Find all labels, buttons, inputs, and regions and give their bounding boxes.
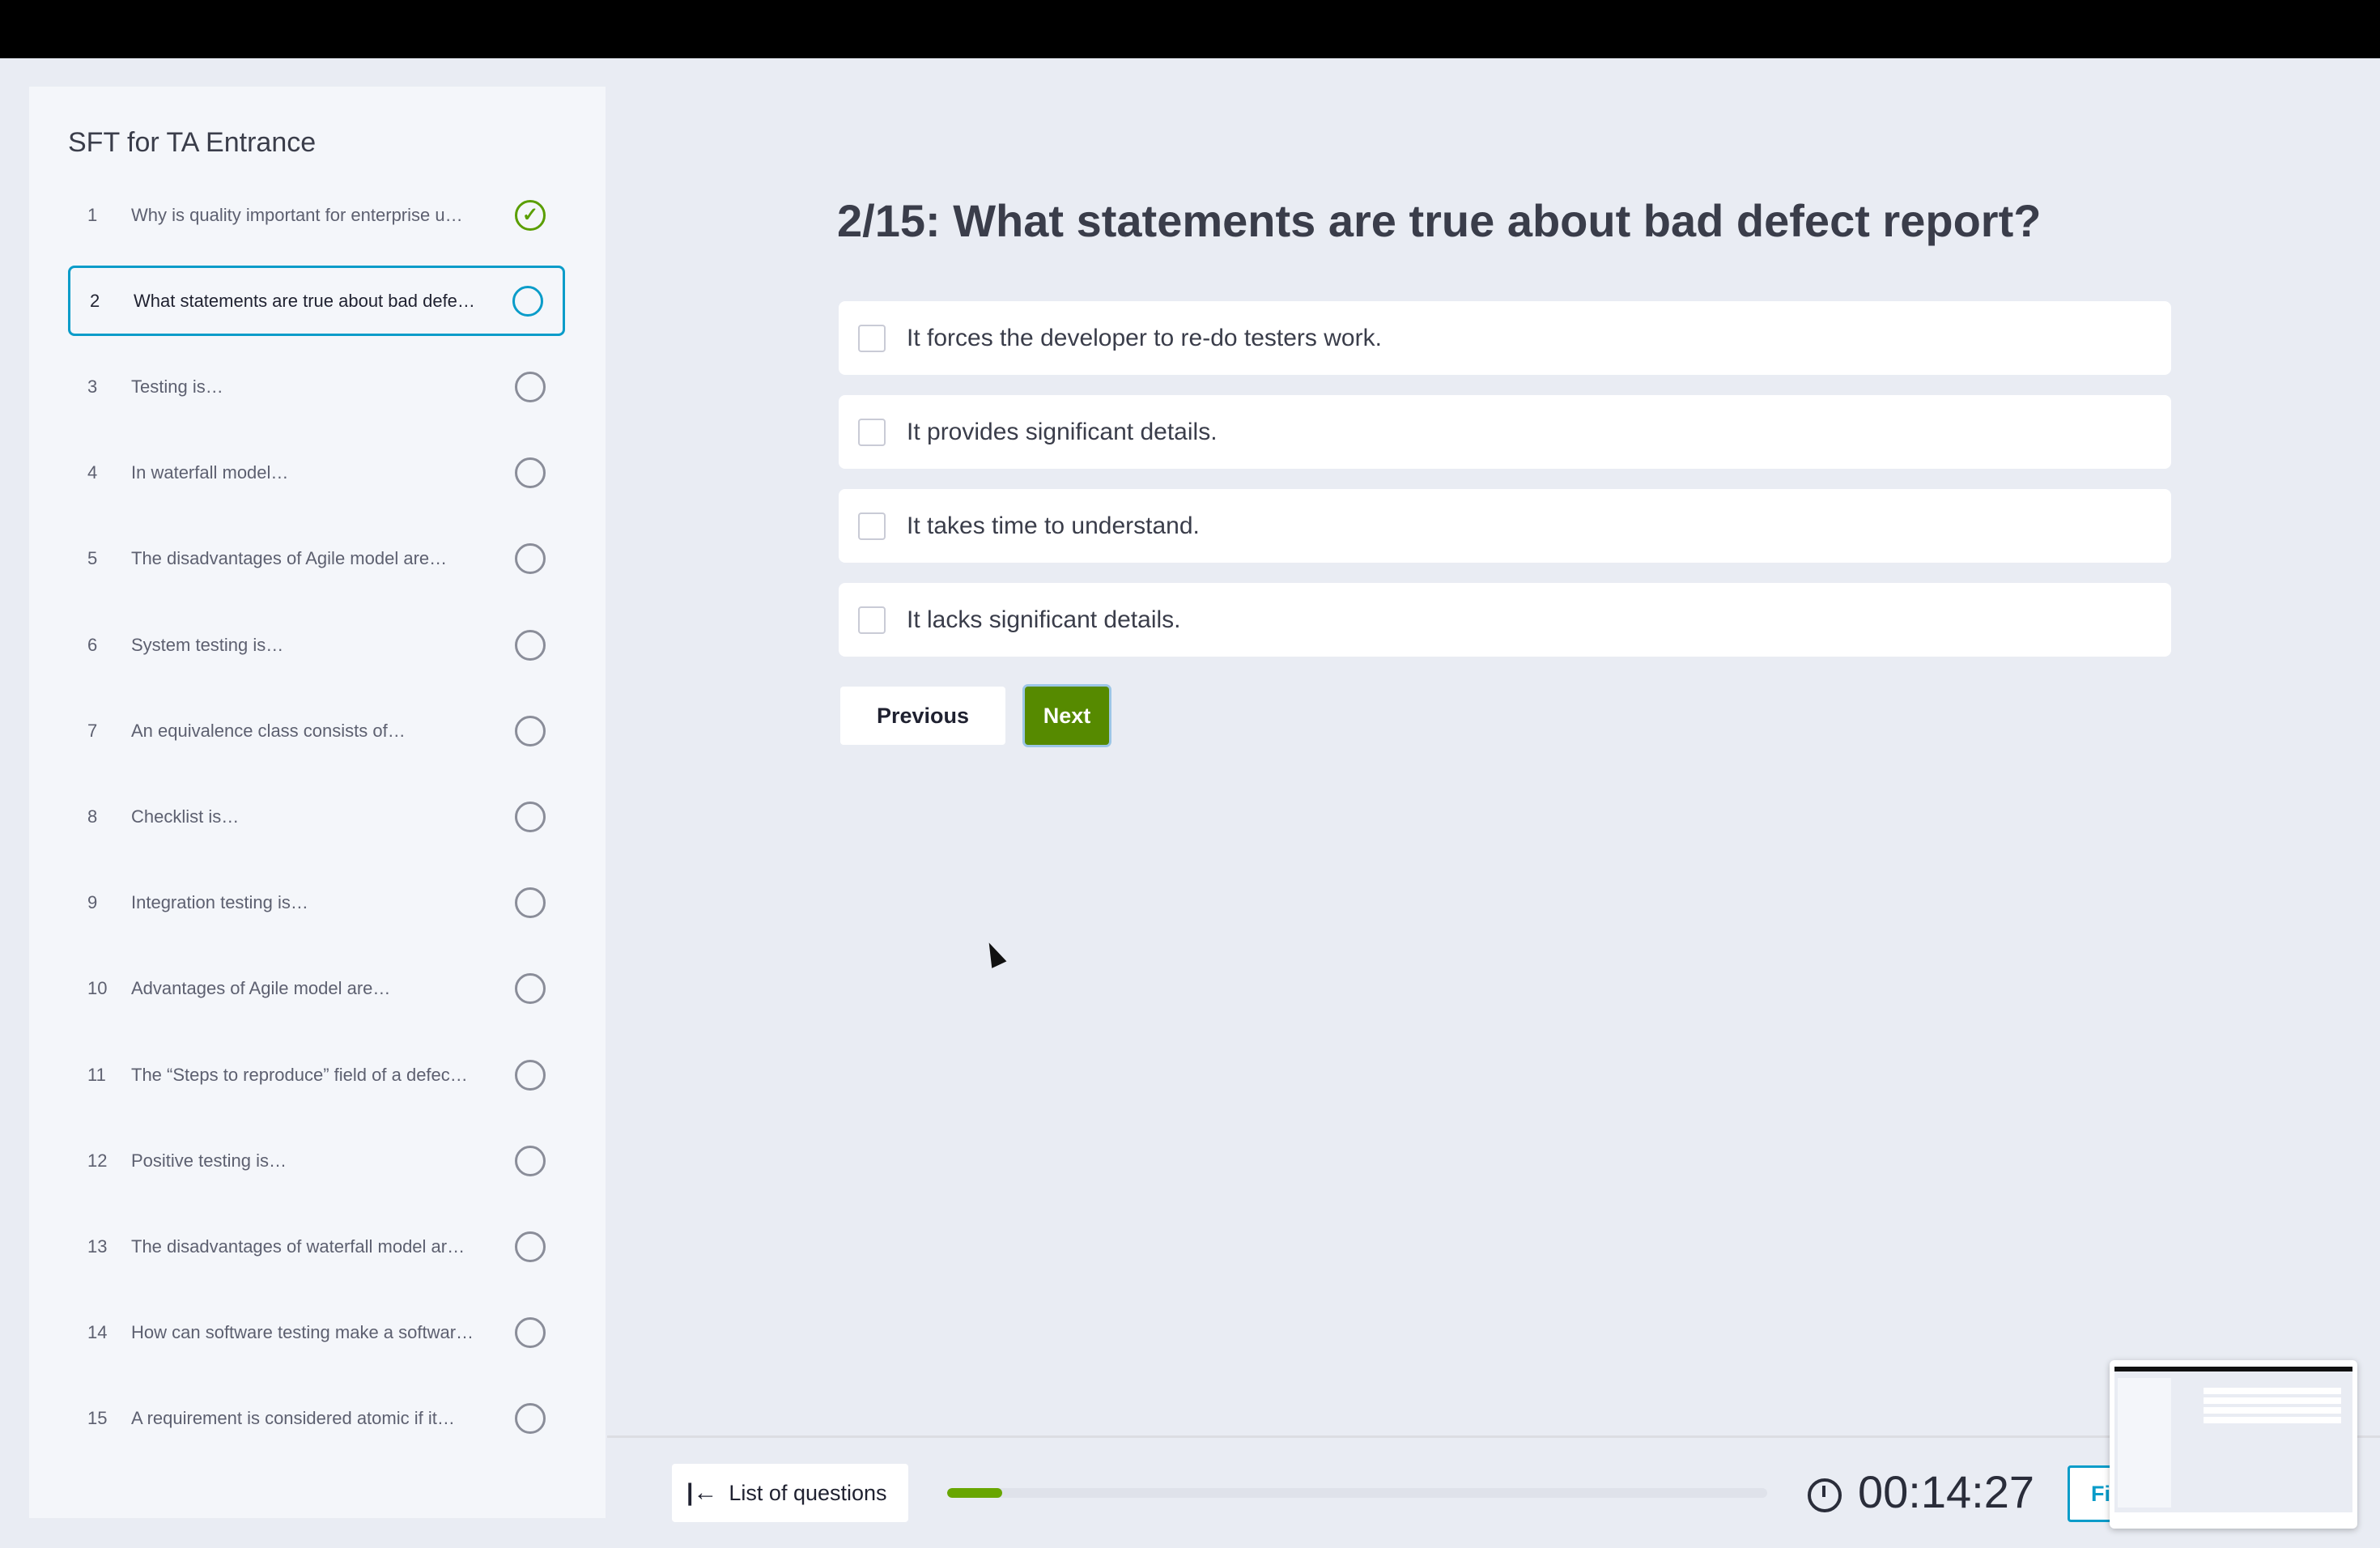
- question-label: Advantages of Agile model are…: [131, 978, 391, 999]
- question-label: Testing is…: [131, 376, 223, 397]
- question-number: 9: [87, 892, 98, 913]
- thumbnail-sidebar: [2118, 1378, 2171, 1508]
- sidebar-question-4[interactable]: 4 In waterfall model…: [68, 438, 565, 508]
- sidebar-question-2[interactable]: 2 What statements are true about bad defe…: [68, 266, 565, 337]
- question-title: 2/15: What statements are true about bad…: [837, 195, 2042, 246]
- question-label: Why is quality important for enterprise …: [131, 204, 463, 225]
- arrow-left-to-bar-icon: |←: [686, 1479, 718, 1506]
- option-label: It provides significant details.: [907, 418, 1218, 445]
- thumbnail-preview: [2114, 1367, 2352, 1512]
- sidebar-question-14[interactable]: 14 How can software testing make a softwa…: [68, 1298, 565, 1368]
- question-number: 15: [87, 1408, 108, 1429]
- sidebar-question-12[interactable]: 12 Positive testing is…: [68, 1125, 565, 1196]
- option-label: It takes time to understand.: [907, 512, 1200, 539]
- empty-circle-icon: [515, 1317, 546, 1349]
- empty-circle-icon: [515, 1231, 546, 1262]
- sidebar-question-10[interactable]: 10 Advantages of Agile model are…: [68, 954, 565, 1024]
- thumbnail-option: [2204, 1397, 2341, 1404]
- question-sidebar: SFT for TA Entrance 1 Why is quality impo…: [29, 87, 606, 1518]
- checkbox[interactable]: [858, 606, 886, 634]
- question-number: 2: [90, 290, 100, 311]
- empty-circle-icon: [515, 629, 546, 661]
- previous-button[interactable]: Previous: [840, 687, 1005, 745]
- progress-fill: [947, 1488, 1002, 1498]
- list-of-questions-label: List of questions: [729, 1480, 887, 1505]
- thumbnail-option: [2204, 1407, 2341, 1414]
- empty-circle-icon: [515, 543, 546, 575]
- question-label: System testing is…: [131, 634, 284, 655]
- sidebar-question-8[interactable]: 8 Checklist is…: [68, 781, 565, 852]
- option-label: It forces the developer to re-do testers…: [907, 324, 1382, 351]
- sidebar-question-3[interactable]: 3 Testing is…: [68, 351, 565, 422]
- timer: 00:14:27: [1858, 1466, 2034, 1517]
- empty-circle-icon: [515, 801, 546, 832]
- clock-icon: [1808, 1478, 1842, 1512]
- question-number: 12: [87, 1150, 108, 1171]
- sidebar-question-7[interactable]: 7 An equivalence class consists of…: [68, 695, 565, 766]
- question-label: Positive testing is…: [131, 1150, 287, 1171]
- question-number: 1: [87, 204, 98, 225]
- sidebar-question-5[interactable]: 5 The disadvantages of Agile model are…: [68, 524, 565, 594]
- question-label: The “Steps to reproduce” field of a defe…: [131, 1064, 468, 1085]
- sidebar-question-11[interactable]: 11 The “Steps to reproduce” field of a de…: [68, 1040, 565, 1110]
- question-label: The disadvantages of waterfall model ar…: [131, 1235, 465, 1257]
- question-label: A requirement is considered atomic if it…: [131, 1408, 455, 1429]
- question-label: The disadvantages of Agile model are…: [131, 548, 448, 569]
- empty-circle-icon: [515, 1059, 546, 1091]
- sidebar-question-15[interactable]: 15 A requirement is considered atomic if …: [68, 1384, 565, 1454]
- top-bar: [0, 0, 2380, 58]
- empty-circle-icon: [515, 1403, 546, 1435]
- question-label: Integration testing is…: [131, 892, 308, 913]
- answer-option[interactable]: It takes time to understand.: [839, 489, 2171, 563]
- checkbox[interactable]: [858, 324, 886, 352]
- sidebar-question-13[interactable]: 13 The disadvantages of waterfall model a…: [68, 1211, 565, 1282]
- checkbox[interactable]: [858, 512, 886, 540]
- progress-bar: [947, 1488, 1767, 1498]
- checkbox[interactable]: [858, 418, 886, 446]
- question-label: How can software testing make a softwar…: [131, 1322, 474, 1343]
- sidebar-question-1[interactable]: 1 Why is quality important for enterprise…: [68, 180, 565, 250]
- empty-circle-icon: [515, 973, 546, 1005]
- question-number: 3: [87, 376, 98, 397]
- sidebar-question-6[interactable]: 6 System testing is…: [68, 610, 565, 680]
- question-label: An equivalence class consists of…: [131, 720, 406, 741]
- question-number: 5: [87, 548, 98, 569]
- quiz-title: SFT for TA Entrance: [68, 127, 317, 158]
- option-label: It lacks significant details.: [907, 606, 1181, 633]
- check-circle-icon: ✓: [515, 199, 546, 231]
- list-of-questions-button[interactable]: |← List of questions: [672, 1464, 908, 1522]
- sidebar-question-9[interactable]: 9 Integration testing is…: [68, 868, 565, 938]
- answer-option[interactable]: It lacks significant details.: [839, 583, 2171, 657]
- question-number: 4: [87, 462, 98, 483]
- screenshot-thumbnail[interactable]: [2110, 1360, 2357, 1529]
- mouse-cursor: [981, 939, 1007, 968]
- answer-option[interactable]: It forces the developer to re-do testers…: [839, 301, 2171, 375]
- question-label: What statements are true about bad defe…: [134, 290, 475, 311]
- question-number: 10: [87, 978, 108, 999]
- empty-circle-icon: [515, 715, 546, 746]
- next-button[interactable]: Next: [1025, 687, 1109, 745]
- question-number: 13: [87, 1235, 108, 1257]
- question-number: 14: [87, 1322, 108, 1343]
- empty-circle-icon: [515, 887, 546, 919]
- question-label: Checklist is…: [131, 806, 240, 827]
- empty-circle-icon: [512, 285, 543, 317]
- answer-option[interactable]: It provides significant details.: [839, 395, 2171, 469]
- empty-circle-icon: [515, 371, 546, 402]
- thumbnail-option: [2204, 1388, 2341, 1394]
- empty-circle-icon: [515, 457, 546, 489]
- question-number: 7: [87, 720, 98, 741]
- thumbnail-option: [2204, 1417, 2341, 1423]
- question-number: 11: [87, 1064, 106, 1085]
- empty-circle-icon: [515, 1145, 546, 1176]
- question-number: 8: [87, 806, 98, 827]
- question-number: 6: [87, 634, 98, 655]
- question-label: In waterfall model…: [131, 462, 289, 483]
